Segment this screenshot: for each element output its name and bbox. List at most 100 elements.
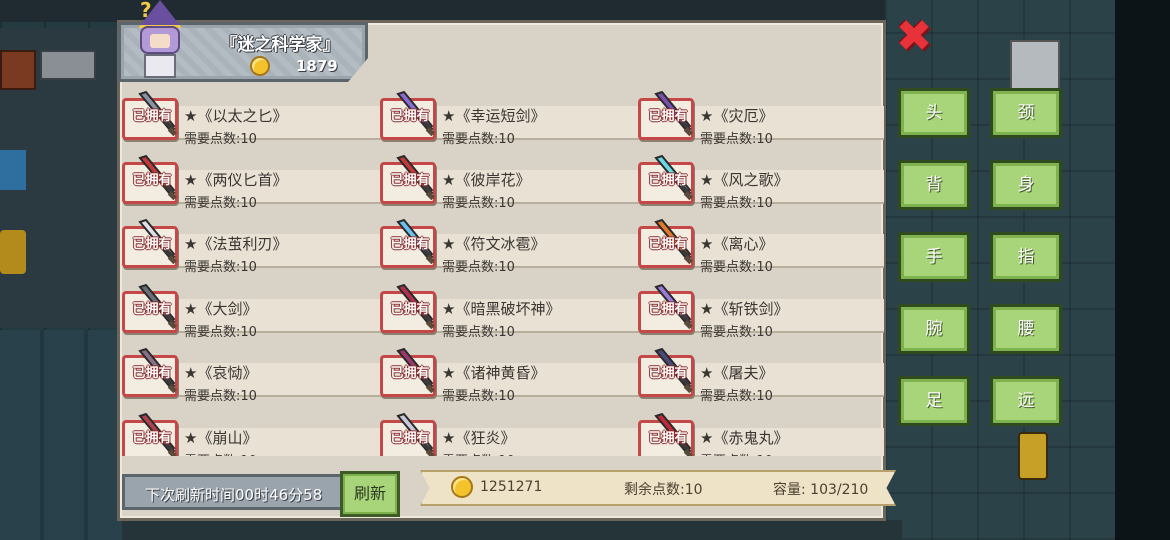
owned-label: 已拥有 <box>648 366 688 381</box>
owned-label: 已拥有 <box>132 366 172 381</box>
item-card[interactable]: 已拥有 ★《风之歌》 需要点数:10 <box>638 152 884 211</box>
capacity: 容量: 103/210 <box>773 482 869 498</box>
owned-label: 已拥有 <box>390 431 430 446</box>
item-name: ★《符文冰雹》 <box>442 235 546 253</box>
item-name: ★《两仪匕首》 <box>184 171 288 189</box>
item-cost: 需要点数:10 <box>442 196 515 211</box>
item-card[interactable]: 已拥有 ★《赤鬼丸》需要点数:10 <box>638 410 884 456</box>
refresh-timer: 下次刷新时间00时46分58 <box>145 486 323 504</box>
coin-icon <box>250 56 270 76</box>
machine-prop <box>0 50 36 90</box>
right-edge-wall <box>1115 0 1170 540</box>
owned-label: 已拥有 <box>132 431 172 446</box>
item-cost: 需要点数:10 <box>442 260 515 275</box>
item-card[interactable]: 已拥有 ★《屠夫》 需要点数:10 <box>638 345 884 404</box>
lower-floor <box>0 330 122 540</box>
blue-crate-prop <box>0 150 26 190</box>
item-cost: 需要点数:10 <box>184 132 257 147</box>
item-name: ★《彼岸花》 <box>442 171 531 189</box>
owned-label: 已拥有 <box>648 431 688 446</box>
item-card[interactable]: 已拥有 ★《诸神黄昏》 需要点数:10 <box>380 345 644 404</box>
close-button[interactable]: ✖ <box>894 15 934 59</box>
npc-gold: 1879 <box>296 57 338 75</box>
avatar-face <box>150 34 170 48</box>
owned-label: 已拥有 <box>648 302 688 317</box>
item-card[interactable]: 已拥有 ★《以太之匕》 需要点数:10 <box>122 88 386 147</box>
plant-prop <box>0 230 26 274</box>
player-gold: 1251271 <box>480 479 543 495</box>
item-card[interactable]: 已拥有 ★《大剑》需要点数:10 <box>122 281 386 340</box>
owned-label: 已拥有 <box>132 173 172 188</box>
item-name: ★《狂炎》 <box>442 429 516 447</box>
item-cost: 需要点数:10 <box>184 450 257 456</box>
slot-tab[interactable]: 身 <box>990 160 1062 210</box>
coin-icon <box>451 476 473 498</box>
item-cost: 需要点数:10 <box>700 196 773 211</box>
item-name: ★《大剑》 <box>184 300 258 318</box>
item-name: ★《幸运短剑》 <box>442 107 546 125</box>
avatar-body <box>144 54 176 78</box>
item-cost: 需要点数:10 <box>184 260 257 275</box>
slot-tab[interactable]: 背 <box>898 160 970 210</box>
item-card[interactable]: 已拥有 ★《彼岸花》 需要点数:10 <box>380 152 644 211</box>
robot-prop <box>1018 432 1048 480</box>
slot-tab[interactable]: 颈 <box>990 88 1062 138</box>
item-card[interactable]: 已拥有 ★《符文冰雹》 需要点数:10 <box>380 216 644 275</box>
owned-label: 已拥有 <box>648 173 688 188</box>
slot-tab[interactable]: 足 <box>898 376 970 426</box>
item-name: ★《赤鬼丸》 <box>700 429 789 447</box>
item-name: ★《灾厄》 <box>700 107 774 125</box>
item-card[interactable]: 已拥有 ★《离心》需要点数:10 <box>638 216 884 275</box>
item-grid: 已拥有 ★《以太之匕》 需要点数:10 已拥有 ★《幸运短剑》 需要点数:10 已拥有 ★《灾… <box>122 88 884 456</box>
owned-label: 已拥有 <box>648 237 688 252</box>
item-cost: 需要点数:10 <box>442 325 515 340</box>
item-card[interactable]: 已拥有 ★《斩铁剑》 需要点数:10 <box>638 281 884 340</box>
item-card[interactable]: 已拥有 ★《法茧利刃》 需要点数:10 <box>122 216 386 275</box>
item-cost: 需要点数:10 <box>184 389 257 404</box>
item-card[interactable]: 已拥有 ★《两仪匕首》 需要点数:10 <box>122 152 386 211</box>
owned-label: 已拥有 <box>132 302 172 317</box>
slot-tab[interactable]: 头 <box>898 88 970 138</box>
item-card[interactable]: 已拥有 ★《哀恸》需要点数:10 <box>122 345 386 404</box>
item-cost: 需要点数:10 <box>700 450 773 456</box>
slot-tab[interactable]: 远 <box>990 376 1062 426</box>
item-name: ★《暗黑破坏神》 <box>442 300 561 318</box>
item-cost: 需要点数:10 <box>184 196 257 211</box>
item-card[interactable]: 已拥有 ★《灾厄》需要点数:10 <box>638 88 884 147</box>
refresh-button[interactable]: 刷新 <box>340 471 400 517</box>
question-mark-icon: ? <box>140 0 152 22</box>
npc-name: 『迷之科学家』 <box>220 35 340 55</box>
item-card[interactable]: 已拥有 ★《崩山》需要点数:10 <box>122 410 386 456</box>
item-cost: 需要点数:10 <box>442 132 515 147</box>
item-name: ★《哀恸》 <box>184 364 258 382</box>
bottom-floor <box>122 520 902 540</box>
slot-tab[interactable]: 腰 <box>990 304 1062 354</box>
close-x-icon: ✖ <box>895 11 933 62</box>
owned-label: 已拥有 <box>132 237 172 252</box>
owned-label: 已拥有 <box>390 237 430 252</box>
item-cost: 需要点数:10 <box>184 325 257 340</box>
slot-tab[interactable]: 腕 <box>898 304 970 354</box>
item-name: ★《法茧利刃》 <box>184 235 288 253</box>
item-name: ★《斩铁剑》 <box>700 300 789 318</box>
npc-avatar: ? <box>124 0 196 80</box>
item-cost: 需要点数:10 <box>700 132 773 147</box>
slot-tab[interactable]: 指 <box>990 232 1062 282</box>
owned-label: 已拥有 <box>648 109 688 124</box>
item-cost: 需要点数:10 <box>700 389 773 404</box>
item-card[interactable]: 已拥有 ★《幸运短剑》 需要点数:10 <box>380 88 644 147</box>
item-card[interactable]: 已拥有 ★《暗黑破坏神》 需要点数:10 <box>380 281 644 340</box>
item-cost: 需要点数:10 <box>700 325 773 340</box>
item-cost: 需要点数:10 <box>700 260 773 275</box>
item-card[interactable]: 已拥有 ★《狂炎》需要点数:10 <box>380 410 644 456</box>
item-cost: 需要点数:10 <box>442 389 515 404</box>
item-name: ★《离心》 <box>700 235 774 253</box>
slot-tab[interactable]: 手 <box>898 232 970 282</box>
owned-label: 已拥有 <box>390 173 430 188</box>
refresh-timer-box: 下次刷新时间00时46分58 <box>122 474 344 510</box>
owned-label: 已拥有 <box>390 109 430 124</box>
owned-label: 已拥有 <box>132 109 172 124</box>
item-cost: 需要点数:10 <box>442 450 515 456</box>
item-name: ★《崩山》 <box>184 429 258 447</box>
item-name: ★《诸神黄昏》 <box>442 364 546 382</box>
